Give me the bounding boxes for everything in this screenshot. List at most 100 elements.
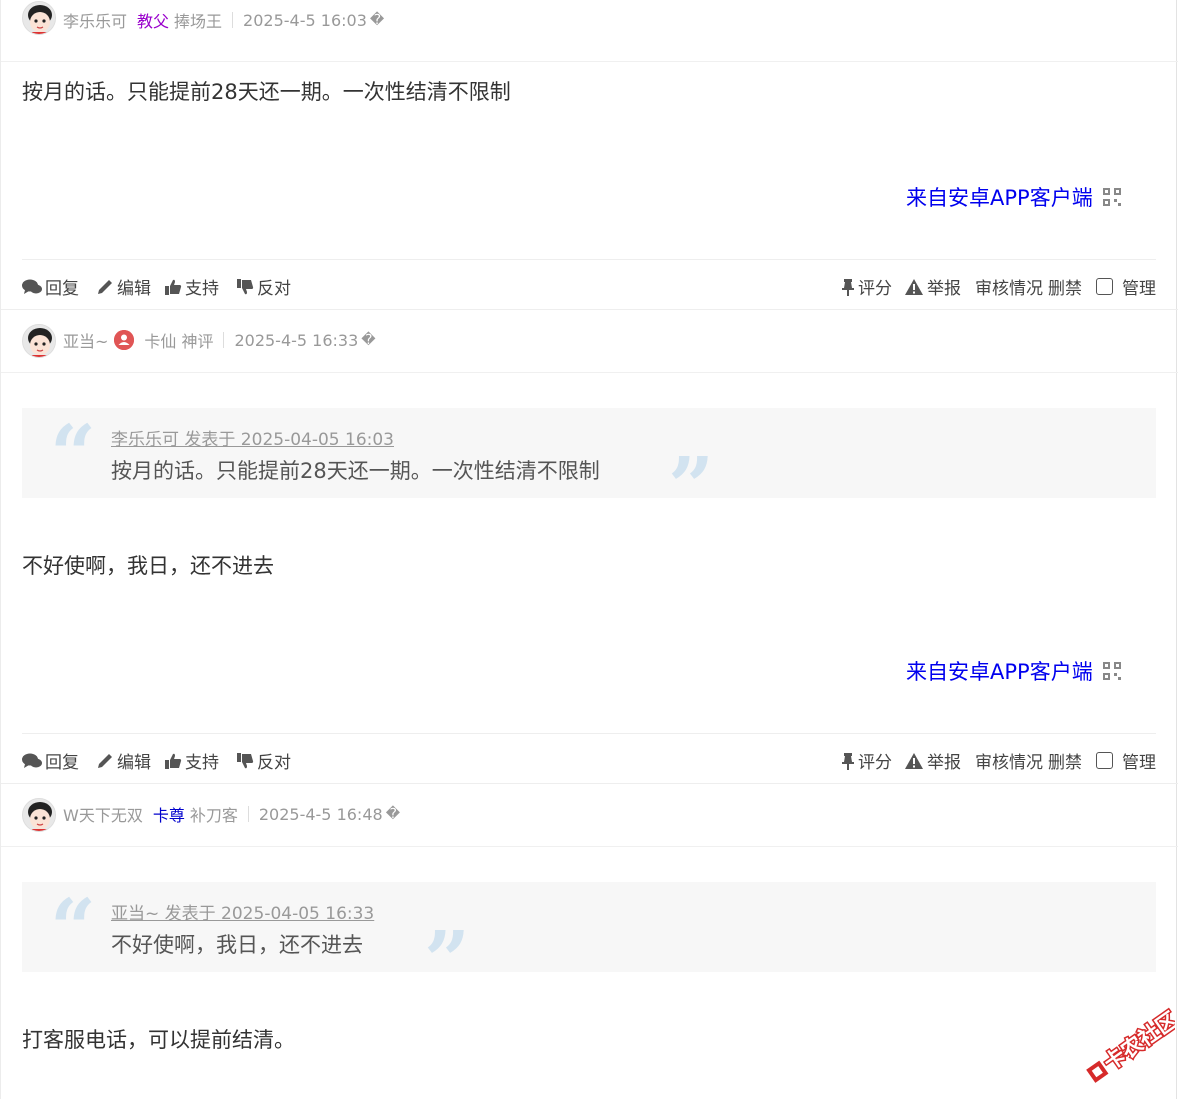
rate-button[interactable]: 评分 (841, 274, 892, 299)
quote-text: 按月的话。只能提前28天还一期。一次性结清不限制 (111, 459, 600, 483)
username-link[interactable]: W天下无双 (63, 802, 143, 826)
post-meta: 亚当~ 卡仙 神评 2025-4-5 16:33 � (63, 328, 376, 352)
user-group: 卡仙 (144, 332, 177, 351)
unknown-glyph: � (369, 12, 385, 28)
manage-checkbox[interactable] (1096, 752, 1113, 769)
unknown-glyph: � (385, 806, 401, 822)
post-actions: 回复 编辑 支持 反对 评分 举报 审核情况 删禁 管理 (1, 734, 1178, 784)
oppose-button[interactable]: 反对 (236, 748, 291, 773)
quote-text: 不好使啊，我日，还不进去 (111, 933, 363, 957)
manage-checkbox-group[interactable]: 管理 (1096, 274, 1156, 299)
post-header: W天下无双 卡尊 补刀客 2025-4-5 16:48 � (1, 785, 1178, 847)
reply-button[interactable]: 回复 (22, 748, 79, 773)
thumbs-down-icon (237, 752, 254, 768)
user-avatar[interactable] (22, 324, 56, 358)
from-app-link[interactable]: 来自安卓APP客户端 (906, 656, 1121, 686)
open-quote-icon: “ (50, 407, 97, 501)
watermark-text: 卡农社区 (1099, 1007, 1175, 1075)
post-actions: 回复 编辑 支持 反对 评分 举报 审核情况 删禁 管理 (1, 260, 1178, 310)
from-app-label[interactable]: 来自安卓APP客户端 (906, 182, 1093, 212)
qrcode-icon[interactable] (1102, 662, 1121, 680)
report-button[interactable]: 举报 (904, 748, 961, 773)
user-avatar[interactable] (22, 798, 56, 832)
ban-link[interactable]: 删禁 (1048, 274, 1082, 299)
oppose-button[interactable]: 反对 (236, 274, 291, 299)
rate-button[interactable]: 评分 (841, 748, 892, 773)
reply-label[interactable]: 回复 (45, 274, 79, 299)
qrcode-icon[interactable] (1102, 188, 1121, 206)
edit-button[interactable]: 编辑 (96, 274, 151, 299)
username-link[interactable]: 亚当~ (63, 328, 108, 352)
post-content: 不好使啊，我日，还不进去 (22, 554, 274, 578)
pin-icon (842, 278, 854, 296)
report-label[interactable]: 举报 (927, 748, 961, 773)
meta-separator (232, 12, 234, 28)
comments-icon (22, 753, 42, 768)
audit-link[interactable]: 审核情况 (975, 274, 1043, 299)
close-quote-icon: ” (424, 913, 471, 1007)
post-header: 李乐乐可 教父 捧场王 2025-4-5 16:03 � (1, 0, 1178, 62)
post-meta: 李乐乐可 教父 捧场王 2025-4-5 16:03 � (63, 8, 385, 32)
post-content: 打客服电话，可以提前结清。 (22, 1028, 295, 1052)
comments-icon (22, 279, 42, 294)
quote-block: “ 亚当~ 发表于 2025-04-05 16:33 不好使啊，我日，还不进去 … (22, 882, 1156, 1000)
thumbs-up-icon (165, 753, 182, 769)
user-title: 捧场王 (174, 12, 223, 31)
thumbs-up-icon (165, 279, 182, 295)
from-app-link[interactable]: 来自安卓APP客户端 (906, 182, 1121, 212)
post-header: 亚当~ 卡仙 神评 2025-4-5 16:33 � (1, 311, 1178, 373)
manage-label[interactable]: 管理 (1122, 274, 1156, 299)
warning-icon (905, 752, 923, 769)
rate-label[interactable]: 评分 (858, 748, 892, 773)
thumbs-down-icon (237, 278, 254, 294)
post-time: 2025-4-5 16:33 (234, 330, 359, 350)
edit-label[interactable]: 编辑 (117, 748, 151, 773)
report-button[interactable]: 举报 (904, 274, 961, 299)
oppose-label[interactable]: 反对 (257, 748, 291, 773)
edit-label[interactable]: 编辑 (117, 274, 151, 299)
pencil-icon (98, 279, 112, 294)
ban-link[interactable]: 删禁 (1048, 748, 1082, 773)
warning-icon (905, 278, 923, 295)
support-label[interactable]: 支持 (185, 748, 219, 773)
meta-separator (247, 806, 249, 822)
support-button[interactable]: 支持 (164, 274, 219, 299)
reply-button[interactable]: 回复 (22, 274, 79, 299)
pencil-icon (98, 753, 112, 768)
audit-label[interactable]: 审核情况 (975, 274, 1043, 299)
manage-label[interactable]: 管理 (1122, 748, 1156, 773)
quote-source-link[interactable]: 亚当~ 发表于 2025-04-05 16:33 (111, 899, 374, 924)
oppose-label[interactable]: 反对 (257, 274, 291, 299)
user-group: 教父 (137, 12, 170, 31)
post-meta: W天下无双 卡尊 补刀客 2025-4-5 16:48 � (63, 802, 401, 826)
rate-label[interactable]: 评分 (858, 274, 892, 299)
user-avatar[interactable] (22, 1, 56, 35)
unknown-glyph: � (361, 332, 376, 348)
edit-button[interactable]: 编辑 (96, 748, 151, 773)
user-group: 卡尊 (152, 806, 185, 825)
support-button[interactable]: 支持 (164, 748, 219, 773)
watermark-logo: 卡农社区 (1075, 1005, 1180, 1085)
report-label[interactable]: 举报 (927, 274, 961, 299)
support-label[interactable]: 支持 (185, 274, 219, 299)
quote-source-link[interactable]: 李乐乐可 发表于 2025-04-05 16:03 (111, 425, 394, 450)
audit-label[interactable]: 审核情况 (975, 748, 1043, 773)
username-link[interactable]: 李乐乐可 (63, 8, 127, 32)
meta-separator (223, 332, 225, 348)
reply-label[interactable]: 回复 (45, 748, 79, 773)
ban-label[interactable]: 删禁 (1048, 274, 1082, 299)
pin-icon (842, 752, 854, 770)
post-time: 2025-4-5 16:48 (258, 804, 383, 824)
post-time: 2025-4-5 16:03 (243, 10, 367, 30)
user-title: 补刀客 (189, 806, 238, 825)
manage-checkbox[interactable] (1096, 278, 1113, 295)
from-app-label[interactable]: 来自安卓APP客户端 (906, 656, 1093, 686)
ban-label[interactable]: 删禁 (1048, 748, 1082, 773)
audit-link[interactable]: 审核情况 (975, 748, 1043, 773)
thread-container: 李乐乐可 教父 捧场王 2025-4-5 16:03 � 按月的话。只能提前28… (0, 0, 1178, 1099)
post-content: 按月的话。只能提前28天还一期。一次性结清不限制 (22, 80, 511, 104)
user-badge-icon (114, 330, 135, 350)
user-title: 神评 (181, 332, 214, 351)
quote-block: “ 李乐乐可 发表于 2025-04-05 16:03 按月的话。只能提前28天… (22, 407, 1156, 526)
manage-checkbox-group[interactable]: 管理 (1096, 748, 1156, 773)
